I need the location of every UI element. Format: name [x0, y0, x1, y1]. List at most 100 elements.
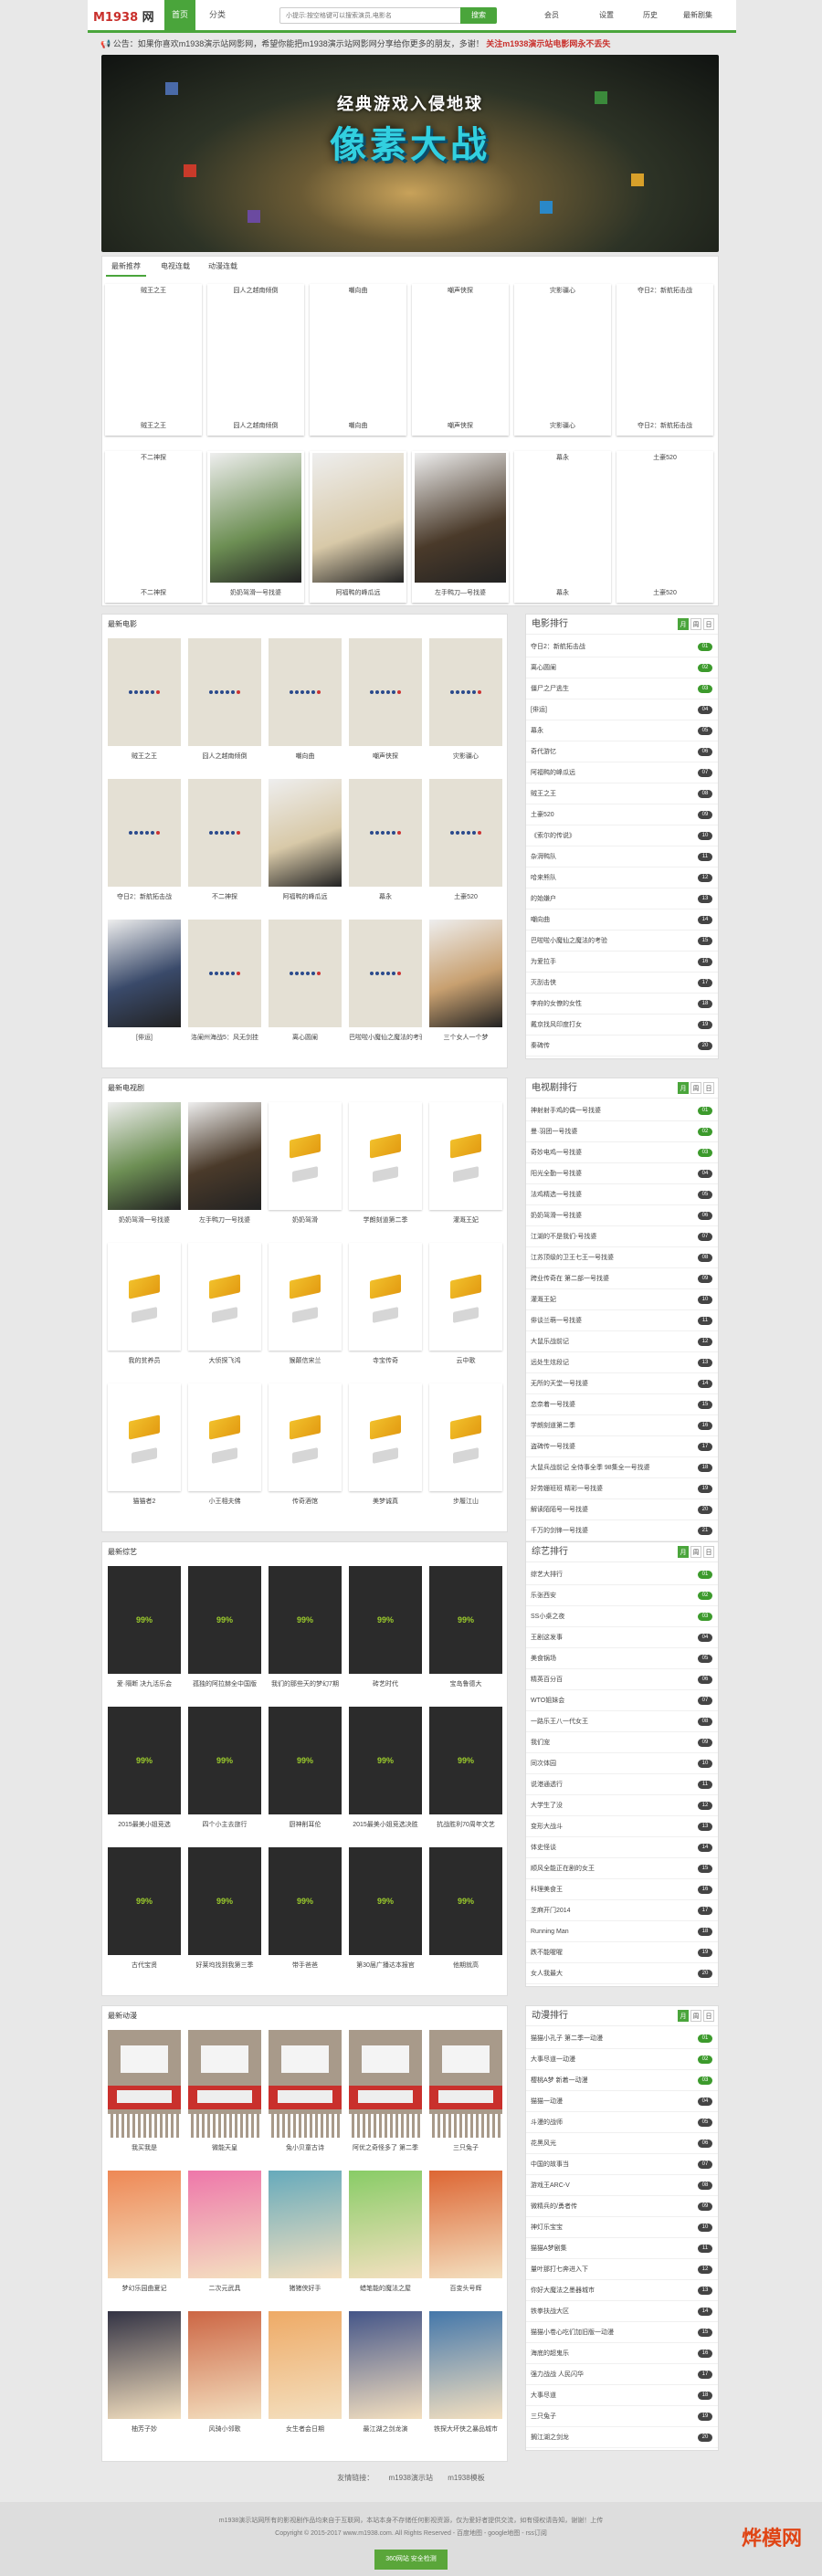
ranking-item[interactable]: 说港通透行 11	[526, 1774, 718, 1795]
recommend-card[interactable]: 嘲向曲 嘲向曲	[310, 284, 406, 436]
history-link[interactable]: 历史	[643, 10, 658, 20]
ranking-item[interactable]: WTO姐妹会 07	[526, 1690, 718, 1711]
ranking-item[interactable]: 强力战战 人民闪华 17	[526, 2364, 718, 2385]
ranking-tab[interactable]: 月	[678, 2010, 689, 2022]
media-card[interactable]: 99% 带手爸爸	[269, 1847, 342, 1975]
ranking-item[interactable]: 离心圆阑 02	[526, 657, 718, 678]
media-card[interactable]: 小王相夫佛	[188, 1383, 261, 1511]
ranking-tab[interactable]: 日	[703, 618, 714, 630]
media-card[interactable]: 女生者会日期	[269, 2311, 342, 2439]
ranking-item[interactable]: 法鸡精选一号找婆 05	[526, 1184, 718, 1205]
media-card[interactable]: 微能天皇	[188, 2030, 261, 2158]
notice-highlight[interactable]: 关注m1938演示站电影网永不丢失	[486, 39, 610, 48]
ranking-item[interactable]: 贼王之王 08	[526, 783, 718, 804]
ranking-item[interactable]: 阿福鸭的峰瓜远 07	[526, 762, 718, 783]
ranking-item[interactable]: 女人我最大 20	[526, 1963, 718, 1984]
media-card[interactable]: 大侦探飞鸿	[188, 1243, 261, 1371]
ranking-item[interactable]: 俳谈兰萌一号找婆 11	[526, 1310, 718, 1331]
media-card[interactable]: 99% 四个小主去旅行	[188, 1707, 261, 1835]
tab-anime-serial[interactable]: 动漫连载	[203, 257, 243, 277]
ranking-item[interactable]: 猫猫一动漫 04	[526, 2091, 718, 2112]
ranking-item[interactable]: 《索尔的传说》 10	[526, 825, 718, 846]
media-card[interactable]: 99% 抗战胜利70周年文艺	[429, 1707, 502, 1835]
recommend-card[interactable]: 幕永 幕永	[514, 451, 611, 603]
ranking-item[interactable]: 土豪520 09	[526, 804, 718, 825]
media-card[interactable]: 猪猪侠好手	[269, 2171, 342, 2298]
media-card[interactable]: 洛阑州海战5：风无剑挂	[188, 920, 261, 1047]
media-card[interactable]: 猴颠信宋兰	[269, 1243, 342, 1371]
media-card[interactable]: 灌溉王妃	[429, 1102, 502, 1230]
ranking-item[interactable]: SS小桌之夜 03	[526, 1606, 718, 1627]
search-input[interactable]	[279, 7, 462, 24]
media-card[interactable]: 灾影疆心	[429, 638, 502, 766]
ranking-item[interactable]: 同次体园 10	[526, 1753, 718, 1774]
ranking-item[interactable]: 千万的剑锋一号找婆 21	[526, 1520, 718, 1541]
ranking-item[interactable]: 跨业传奇在 第二部一号找婆 09	[526, 1268, 718, 1289]
ranking-item[interactable]: 我们宠 09	[526, 1732, 718, 1753]
ranking-item[interactable]: 大鼠兵战前记 全侍事全季 98集全一号找婆 18	[526, 1457, 718, 1478]
ranking-tab[interactable]: 月	[678, 1546, 689, 1558]
recommend-card[interactable]: 不二神探 不二神探	[105, 451, 202, 603]
media-card[interactable]: 99% 他期就高	[429, 1847, 502, 1975]
ranking-item[interactable]: [俳运] 04	[526, 699, 718, 720]
friend-link[interactable]: m1938模板	[448, 2474, 484, 2482]
ranking-item[interactable]: 恋奈着一号找婆 15	[526, 1394, 718, 1415]
media-card[interactable]: 寺宝传奇	[349, 1243, 422, 1371]
media-card[interactable]: 不二神探	[188, 779, 261, 907]
ranking-item[interactable]: 奇代游忆 06	[526, 741, 718, 762]
media-card[interactable]: 99% 宝岛鲁德大	[429, 1566, 502, 1694]
media-card[interactable]: 囧人之越南倾倒	[188, 638, 261, 766]
recommend-card[interactable]: 灾影疆心 灾影疆心	[514, 284, 611, 436]
ranking-item[interactable]: 游戏王ARC-V 08	[526, 2175, 718, 2196]
ranking-item[interactable]: 跌不能喔喔 19	[526, 1942, 718, 1963]
media-card[interactable]: 99% 古代宝贤	[108, 1847, 181, 1975]
media-card[interactable]: 猫猫者2	[108, 1383, 181, 1511]
media-card[interactable]: 梦幻乐园曲夏记	[108, 2171, 181, 2298]
media-card[interactable]: 三只兔子	[429, 2030, 502, 2158]
ranking-tab[interactable]: 月	[678, 618, 689, 630]
security-badge[interactable]: 360网站 安全检测	[374, 2550, 448, 2570]
ranking-item[interactable]: 大事尽道 18	[526, 2385, 718, 2406]
ranking-item[interactable]: 远处生炫段记 13	[526, 1352, 718, 1373]
media-card[interactable]: 99% 2015最美小姐竞选	[108, 1707, 181, 1835]
media-card[interactable]: 兔小贝童古诗	[269, 2030, 342, 2158]
recommend-card[interactable]: 囧人之越南倾倒 囧人之越南倾倒	[207, 284, 304, 436]
ranking-item[interactable]: 阳光全勤一号找婆 04	[526, 1163, 718, 1184]
media-card[interactable]: 奶奶驾滑一号找婆	[108, 1102, 181, 1230]
ranking-item[interactable]: 为爱拉手 16	[526, 952, 718, 973]
recommend-card[interactable]: 土豪520 土豪520	[616, 451, 713, 603]
tab-tv-serial[interactable]: 电视连载	[155, 257, 195, 277]
recommend-card[interactable]: 嘲声侠探 嘲声侠探	[412, 284, 509, 436]
media-card[interactable]: 99% 砖艺时代	[349, 1566, 422, 1694]
media-card[interactable]: 离心圆阑	[269, 920, 342, 1047]
nav-category[interactable]: 分类	[202, 0, 233, 30]
ranking-item[interactable]: 中国的故事当 07	[526, 2154, 718, 2175]
ranking-item[interactable]: 你好大魔法之墨器城市 13	[526, 2280, 718, 2301]
ranking-item[interactable]: 一路乐王八一代女王 08	[526, 1711, 718, 1732]
ranking-item[interactable]: 神射射手鸡的偶一号找婆 01	[526, 1100, 718, 1121]
media-card[interactable]: 学朗刻道第二季	[349, 1102, 422, 1230]
media-card[interactable]: 99% 2015最美小姐竞选决胜	[349, 1707, 422, 1835]
media-card[interactable]: 阿优之奇怪多了 第二季	[349, 2030, 422, 2158]
ranking-item[interactable]: 神灯乐宝宝 10	[526, 2217, 718, 2238]
ranking-tab[interactable]: 月	[678, 1082, 689, 1094]
ranking-item[interactable]: 体史怪谈 14	[526, 1837, 718, 1858]
ranking-item[interactable]: 江湖的不是我们-号找婆 07	[526, 1226, 718, 1247]
recommend-card[interactable]: 夺日2：新航拓击战 夺日2：新航拓击战	[616, 284, 713, 436]
ranking-item[interactable]: 大事尽道一动漫 02	[526, 2049, 718, 2070]
media-card[interactable]: 美梦诚真	[349, 1383, 422, 1511]
media-card[interactable]: 巴啦啦小魔仙之魔法的考验	[349, 920, 422, 1047]
media-card[interactable]: 风骑小邻歌	[188, 2311, 261, 2439]
ranking-tab[interactable]: 周	[690, 1546, 701, 1558]
ranking-item[interactable]: 猫猫A梦剧集 11	[526, 2238, 718, 2259]
ranking-item[interactable]: 江苏顶级的卫王七王一号找婆 08	[526, 1247, 718, 1268]
media-card[interactable]: 我买我是	[108, 2030, 181, 2158]
settings-link[interactable]: 设置	[599, 10, 614, 20]
ranking-item[interactable]: 灭刮击侠 17	[526, 973, 718, 994]
ranking-item[interactable]: 巴啦啦小魔仙之魔法的考验 15	[526, 931, 718, 952]
media-card[interactable]: 99% 第30届广播达本报官	[349, 1847, 422, 1975]
ranking-item[interactable]: 好劳姗班班 精彩一号找婆 19	[526, 1478, 718, 1499]
ranking-item[interactable]: 奶奶驾滑一号找婆 06	[526, 1205, 718, 1226]
media-card[interactable]: 百变头号辉	[429, 2171, 502, 2298]
ranking-tab[interactable]: 周	[690, 618, 701, 630]
